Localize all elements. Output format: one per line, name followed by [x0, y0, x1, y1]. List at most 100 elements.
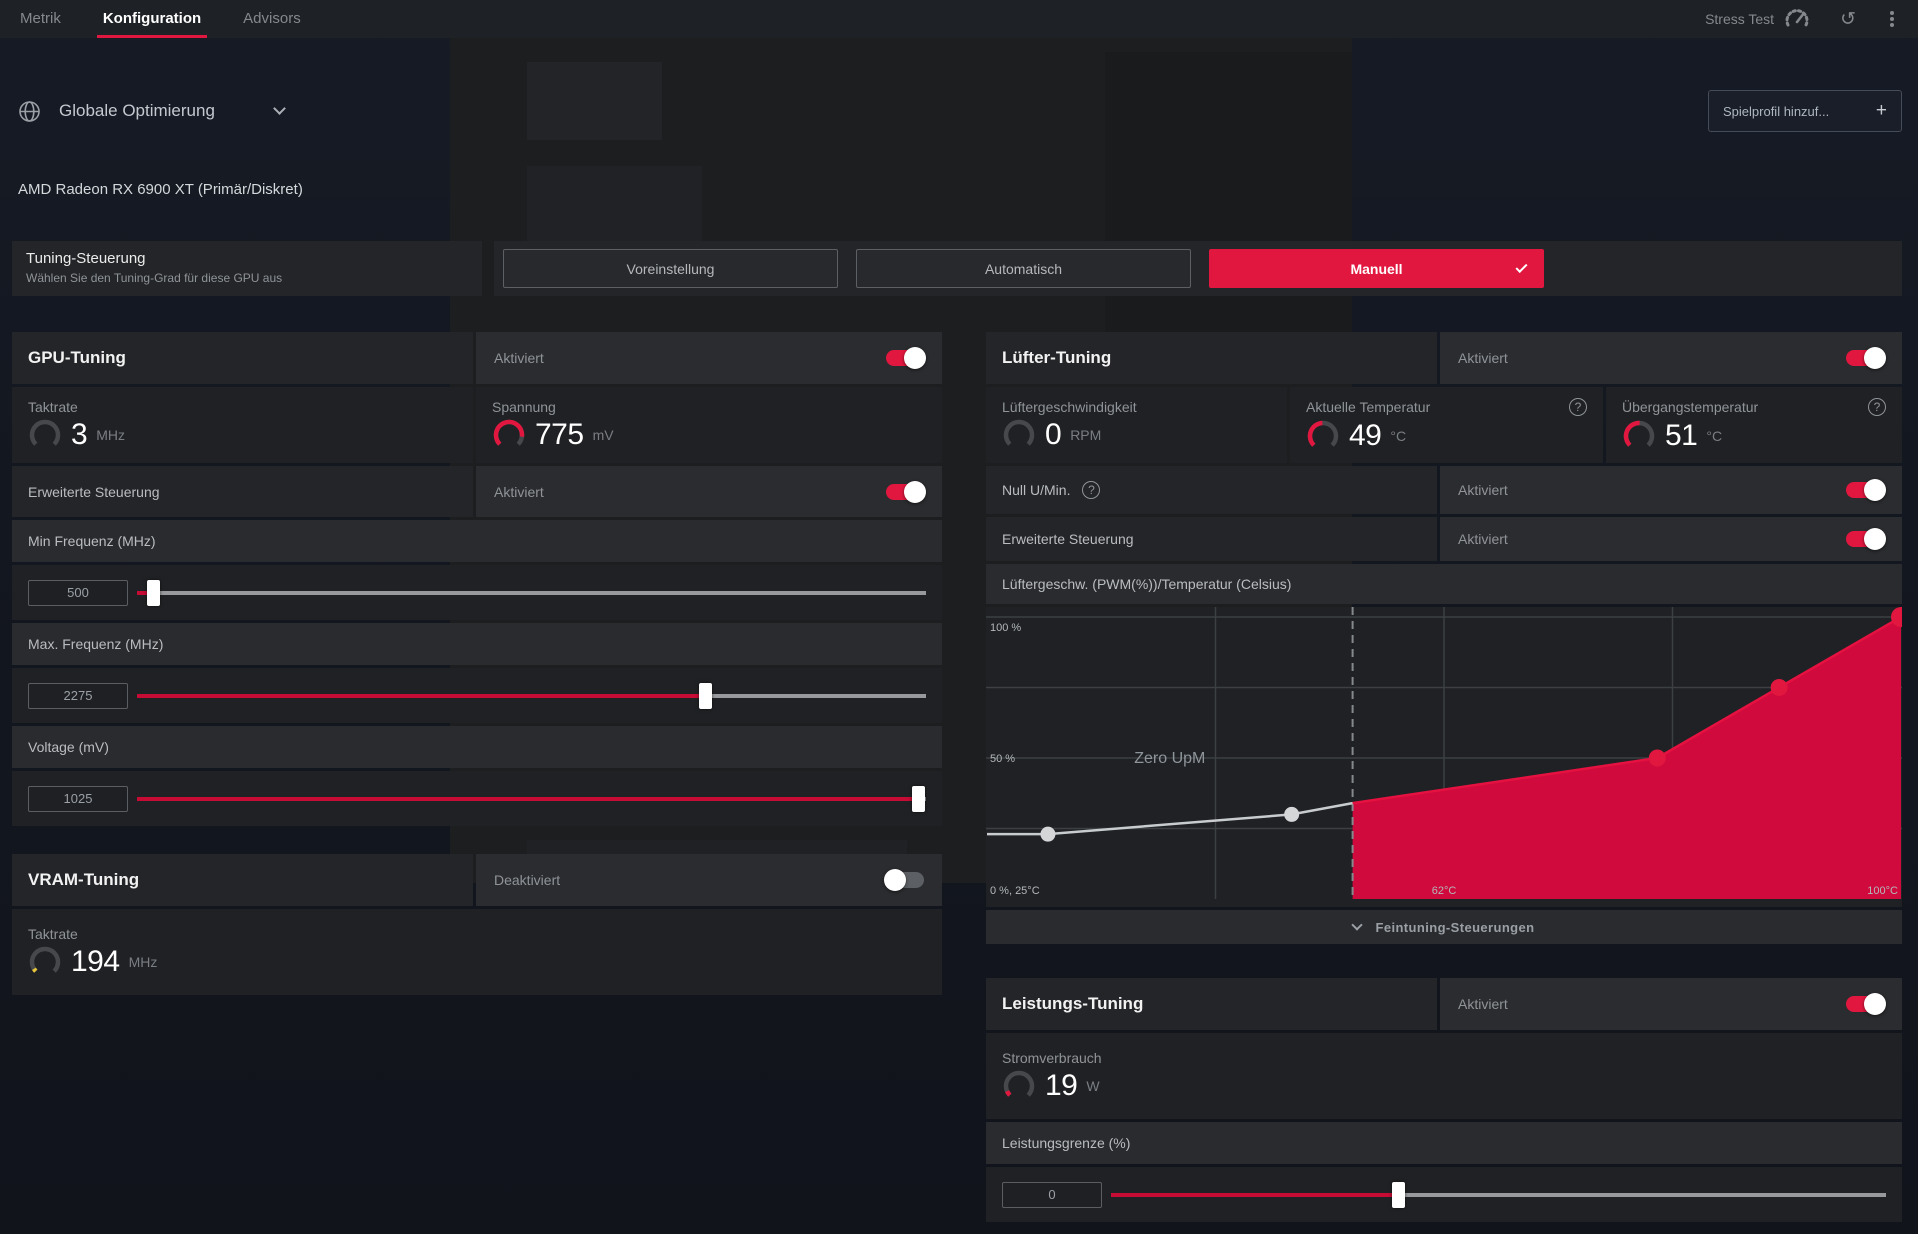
gpu-voltage-label: Spannung: [492, 398, 556, 415]
voltage-label-cell: Voltage (mV): [12, 726, 942, 768]
help-icon[interactable]: [1569, 397, 1587, 416]
tuning-option-preset[interactable]: Voreinstellung: [503, 249, 838, 288]
gpu-advanced-toggle[interactable]: [886, 480, 926, 503]
power-tuning-header: Leistungs-Tuning: [986, 978, 1437, 1030]
min-frequency-input[interactable]: [28, 579, 128, 606]
slider-handle[interactable]: [1391, 1181, 1405, 1208]
gpu-tuning-toggle[interactable]: [886, 347, 926, 369]
plus-icon: [1876, 100, 1887, 122]
tuning-control-title: Tuning-Steuerung: [26, 250, 146, 267]
fan-curve-chart[interactable]: 100 % 50 % 0 %, 25°C 62°C 100°C Zero UpM: [986, 607, 1911, 907]
tuning-option-manual[interactable]: Manuell: [1209, 249, 1544, 288]
gpu-tuning-status-cell: Aktiviert: [476, 332, 942, 384]
gpu-name: AMD Radeon RX 6900 XT (Primär/Diskret): [18, 181, 303, 198]
junction-temp-value: 51: [1665, 418, 1698, 452]
tuning-control-bar: Tuning-Steuerung Wählen Sie den Tuning-G…: [12, 241, 1902, 296]
fan-tuning-status: Aktiviert: [1458, 350, 1508, 366]
gpu-clock-unit: MHz: [96, 426, 125, 443]
reset-icon[interactable]: [1840, 8, 1856, 31]
fine-tuning-label: Feintuning-Steuerungen: [1375, 919, 1535, 935]
profile-selector-label: Globale Optimierung: [59, 101, 215, 120]
tuning-option-label: Automatisch: [984, 260, 1063, 277]
svg-text:50 %: 50 %: [990, 753, 1015, 765]
zero-rpm-status-cell: Aktiviert: [1440, 466, 1902, 514]
gpu-tuning-title: GPU-Tuning: [28, 348, 126, 367]
svg-text:100 %: 100 %: [990, 622, 1021, 634]
fan-tuning-title: Lüfter-Tuning: [1002, 348, 1112, 367]
fan-speed-label: Lüftergeschwindigkeit: [1002, 398, 1137, 415]
power-draw-unit: W: [1086, 1077, 1100, 1094]
power-tuning-status: Aktiviert: [1458, 996, 1508, 1012]
gpu-voltage-gauge: Spannung 775 mV: [476, 387, 942, 463]
power-draw-value: 19: [1045, 1068, 1078, 1102]
gpu-voltage-gauge-icon: [492, 418, 526, 452]
fan-curve-chart-cell: 100 % 50 % 0 %, 25°C 62°C 100°C Zero UpM: [986, 607, 1911, 907]
tuning-option-label: Voreinstellung: [626, 260, 715, 277]
vram-tuning-panel: VRAM-Tuning Deaktiviert Taktrate 194 MHz: [12, 854, 942, 995]
current-temp-value: 49: [1349, 418, 1382, 452]
current-temp-label: Aktuelle Temperatur: [1306, 398, 1431, 415]
gpu-clock-gauge-icon: [28, 418, 62, 452]
power-limit-label: Leistungsgrenze (%): [1002, 1135, 1131, 1151]
current-temp-gauge: Aktuelle Temperatur 49 °C: [1290, 387, 1603, 463]
fan-advanced-status-cell: Aktiviert: [1440, 517, 1902, 561]
gpu-advanced-status: Aktiviert: [494, 483, 544, 500]
zero-rpm-label-cell: Null U/Min.: [986, 466, 1437, 514]
vram-tuning-toggle[interactable]: [884, 869, 924, 891]
max-frequency-input[interactable]: [28, 682, 128, 709]
gpu-advanced-control-label-cell: Erweiterte Steuerung: [12, 466, 473, 517]
help-icon[interactable]: [1868, 397, 1886, 416]
chevron-down-icon: [1351, 918, 1364, 931]
power-limit-slider[interactable]: [1111, 1181, 1886, 1209]
current-temp-unit: °C: [1390, 427, 1407, 444]
chevron-down-icon: [273, 102, 286, 115]
slider-handle[interactable]: [912, 785, 926, 812]
help-icon[interactable]: [1082, 481, 1101, 499]
tuning-option-automatic[interactable]: Automatisch: [856, 249, 1191, 288]
tab-advisors[interactable]: Advisors: [243, 0, 301, 38]
max-frequency-slider[interactable]: [137, 682, 926, 710]
vram-clock-unit: MHz: [128, 953, 158, 970]
fan-advanced-label-cell: Erweiterte Steuerung: [986, 517, 1437, 561]
slider-handle[interactable]: [146, 579, 160, 606]
profile-selector[interactable]: Globale Optimierung: [18, 96, 286, 126]
topbar: Metrik Konfiguration Advisors Stress Tes…: [0, 0, 1918, 38]
stress-test-button[interactable]: Stress Test: [1705, 8, 1810, 30]
vram-clock-gauge: Taktrate 194 MHz: [12, 909, 942, 995]
gpu-voltage-unit: mV: [592, 426, 614, 443]
overflow-menu-icon[interactable]: [1890, 17, 1894, 21]
fan-speed-value: 0: [1045, 417, 1062, 451]
power-limit-input[interactable]: [1002, 1181, 1102, 1208]
vram-tuning-status-cell: Deaktiviert: [476, 854, 942, 906]
tuning-control-info: Tuning-Steuerung Wählen Sie den Tuning-G…: [12, 241, 482, 296]
zero-rpm-toggle[interactable]: [1846, 479, 1886, 501]
voltage-slider[interactable]: [137, 785, 926, 813]
tab-metrik[interactable]: Metrik: [20, 0, 61, 38]
svg-text:100°C: 100°C: [1867, 885, 1898, 897]
fan-tuning-toggle[interactable]: [1846, 347, 1886, 369]
gpu-tuning-header: GPU-Tuning: [12, 332, 473, 384]
power-tuning-panel: Leistungs-Tuning Aktiviert Stromverbrauc…: [986, 978, 1902, 1222]
vram-clock-value: 194: [71, 944, 120, 978]
junction-temp-label: Übergangstemperatur: [1622, 398, 1759, 415]
main-nav: Metrik Konfiguration Advisors: [20, 0, 301, 38]
slider-handle[interactable]: [699, 682, 713, 709]
power-limit-slider-cell: [986, 1167, 1902, 1222]
zero-rpm-label: Null U/Min.: [1002, 482, 1071, 498]
add-game-profile-button[interactable]: Spielprofil hinzuf...: [1708, 90, 1902, 132]
fan-speed-gauge-icon: [1002, 418, 1036, 452]
tab-konfiguration[interactable]: Konfiguration: [96, 0, 208, 38]
gauge-icon: [1784, 8, 1810, 30]
fan-advanced-status: Aktiviert: [1458, 531, 1508, 547]
tuning-control-subtitle: Wählen Sie den Tuning-Grad für diese GPU…: [26, 271, 283, 285]
dimmed-background-block: [527, 62, 662, 140]
vram-tuning-status: Deaktiviert: [494, 872, 561, 888]
min-frequency-slider[interactable]: [137, 579, 926, 607]
fan-speed-gauge: Lüftergeschwindigkeit 0 RPM: [986, 387, 1287, 463]
voltage-input[interactable]: [28, 785, 128, 812]
power-tuning-toggle[interactable]: [1846, 993, 1886, 1015]
fine-tuning-expander[interactable]: Feintuning-Steuerungen: [986, 910, 1902, 944]
power-tuning-title: Leistungs-Tuning: [1002, 994, 1144, 1013]
fan-advanced-toggle[interactable]: [1846, 528, 1886, 550]
fan-tuning-header: Lüfter-Tuning: [986, 332, 1437, 384]
